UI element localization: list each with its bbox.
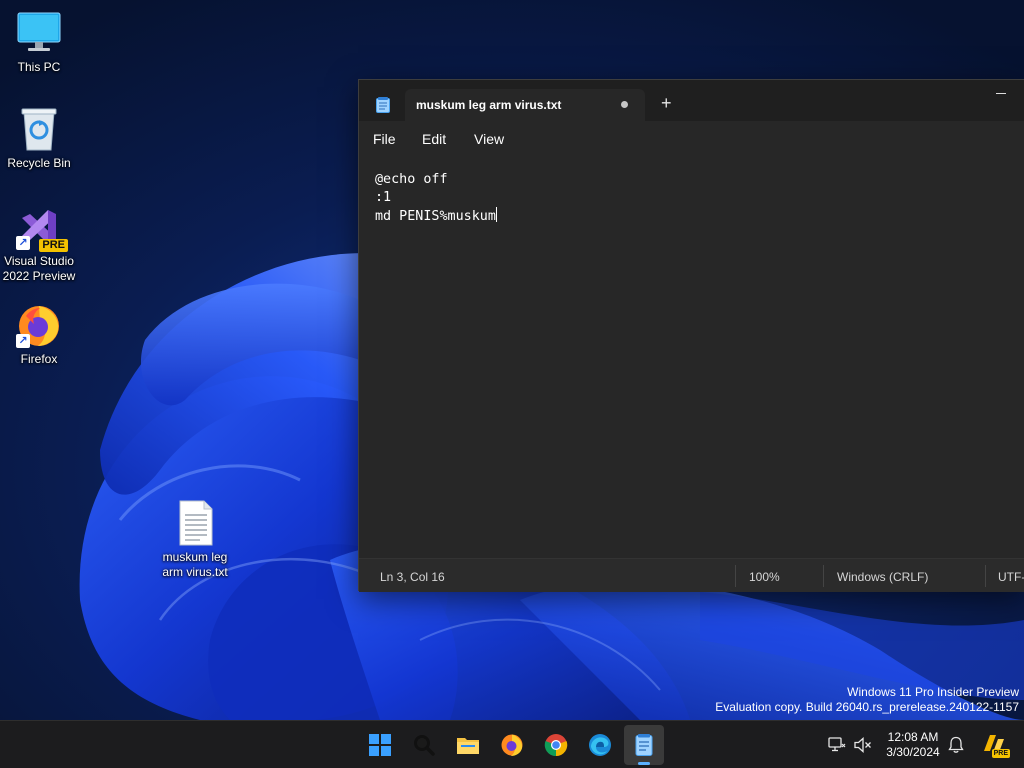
desktop-icon-visual-studio[interactable]: PRE ↗ Visual Studio 2022 Preview [0, 204, 78, 284]
menu-bar: File Edit View [359, 121, 1024, 155]
file-explorer-icon [457, 738, 479, 754]
search-icon [414, 735, 435, 756]
copilot-preview-badge: PRE [991, 749, 1010, 758]
tab-title: muskum leg arm virus.txt [416, 98, 562, 112]
edge-taskbar-button[interactable] [580, 725, 620, 765]
desktop-icon-text-file[interactable]: muskum leg arm virus.txt [156, 500, 234, 580]
status-divider [823, 565, 824, 587]
visual-studio-icon: PRE ↗ [16, 204, 68, 252]
menu-view[interactable]: View [474, 131, 504, 147]
start-button[interactable] [360, 725, 400, 765]
tab-active-document[interactable]: muskum leg arm virus.txt [405, 89, 645, 121]
clock-date: 3/30/2024 [886, 745, 940, 759]
firefox-icon [501, 734, 523, 756]
status-divider [985, 565, 986, 587]
system-clock[interactable]: 12:08 AM 3/30/2024 [880, 730, 946, 760]
edge-icon [589, 734, 611, 756]
menu-file[interactable]: File [373, 131, 396, 147]
desktop-icon-recycle-bin[interactable]: Recycle Bin [0, 106, 78, 171]
desktop-icon-label: Recycle Bin [7, 156, 71, 170]
unsaved-indicator-icon[interactable] [621, 101, 628, 108]
editor-line-current: md PENIS%muskum [375, 207, 1008, 226]
editor-line: @echo off [375, 172, 448, 187]
watermark-edition: Windows 11 Pro Insider Preview [847, 685, 1019, 699]
preview-badge: PRE [39, 239, 68, 252]
copilot-preview-button[interactable]: PRE [980, 731, 1010, 759]
clock-time: 12:08 AM [887, 730, 939, 744]
network-icon[interactable] [828, 737, 846, 753]
evaluation-watermark: Windows 11 Pro Insider Preview Evaluatio… [715, 685, 1019, 715]
recycle-bin-icon [16, 106, 62, 152]
editor-line: md PENIS%muskum [375, 209, 496, 224]
firefox-taskbar-button[interactable] [492, 725, 532, 765]
desktop-icon-label: Firefox [20, 352, 58, 366]
desktop-icon-label: This PC [17, 60, 61, 74]
shortcut-arrow-icon: ↗ [16, 236, 30, 250]
encoding[interactable]: UTF-8 [998, 570, 1024, 584]
desktop-icon-label: Visual Studio 2022 Preview [2, 254, 76, 283]
monitor-icon [16, 10, 62, 56]
menu-edit[interactable]: Edit [422, 131, 446, 147]
desktop-icon-label: muskum leg arm virus.txt [162, 550, 228, 579]
text-caret [495, 207, 497, 222]
chrome-icon [544, 734, 568, 757]
watermark-build: Evaluation copy. Build 26040.rs_prerelea… [715, 700, 1019, 714]
new-tab-button[interactable]: + [661, 94, 672, 112]
zoom-level[interactable]: 100% [749, 570, 780, 584]
notepad-window[interactable]: muskum leg arm virus.txt + File Edit Vie… [358, 79, 1024, 592]
firefox-icon: ↗ [16, 302, 62, 348]
desktop-icon-this-pc[interactable]: This PC [0, 10, 78, 75]
title-bar[interactable]: muskum leg arm virus.txt + [359, 80, 1024, 121]
notepad-taskbar-button[interactable] [624, 725, 664, 765]
volume-muted-icon[interactable] [854, 737, 872, 753]
text-file-icon [172, 500, 218, 546]
status-bar: Ln 3, Col 16 100% Windows (CRLF) UTF-8 [359, 558, 1024, 592]
shortcut-arrow-icon: ↗ [16, 334, 30, 348]
search-button[interactable] [404, 725, 444, 765]
chrome-taskbar-button[interactable] [536, 725, 576, 765]
status-divider [735, 565, 736, 587]
cursor-position: Ln 3, Col 16 [380, 570, 445, 584]
notification-bell-icon[interactable] [948, 736, 964, 754]
taskbar: 12:08 AM 3/30/2024 PRE [0, 720, 1024, 768]
line-ending[interactable]: Windows (CRLF) [837, 570, 928, 584]
text-editor[interactable]: @echo off :1 md PENIS%muskum [359, 155, 1024, 558]
notepad-icon [635, 734, 653, 756]
desktop-icon-firefox[interactable]: ↗ Firefox [0, 302, 78, 367]
file-explorer-button[interactable] [448, 725, 488, 765]
minimize-button[interactable] [995, 84, 1007, 98]
notepad-app-icon [376, 97, 390, 113]
start-icon [369, 734, 391, 756]
editor-line: :1 [375, 190, 392, 205]
